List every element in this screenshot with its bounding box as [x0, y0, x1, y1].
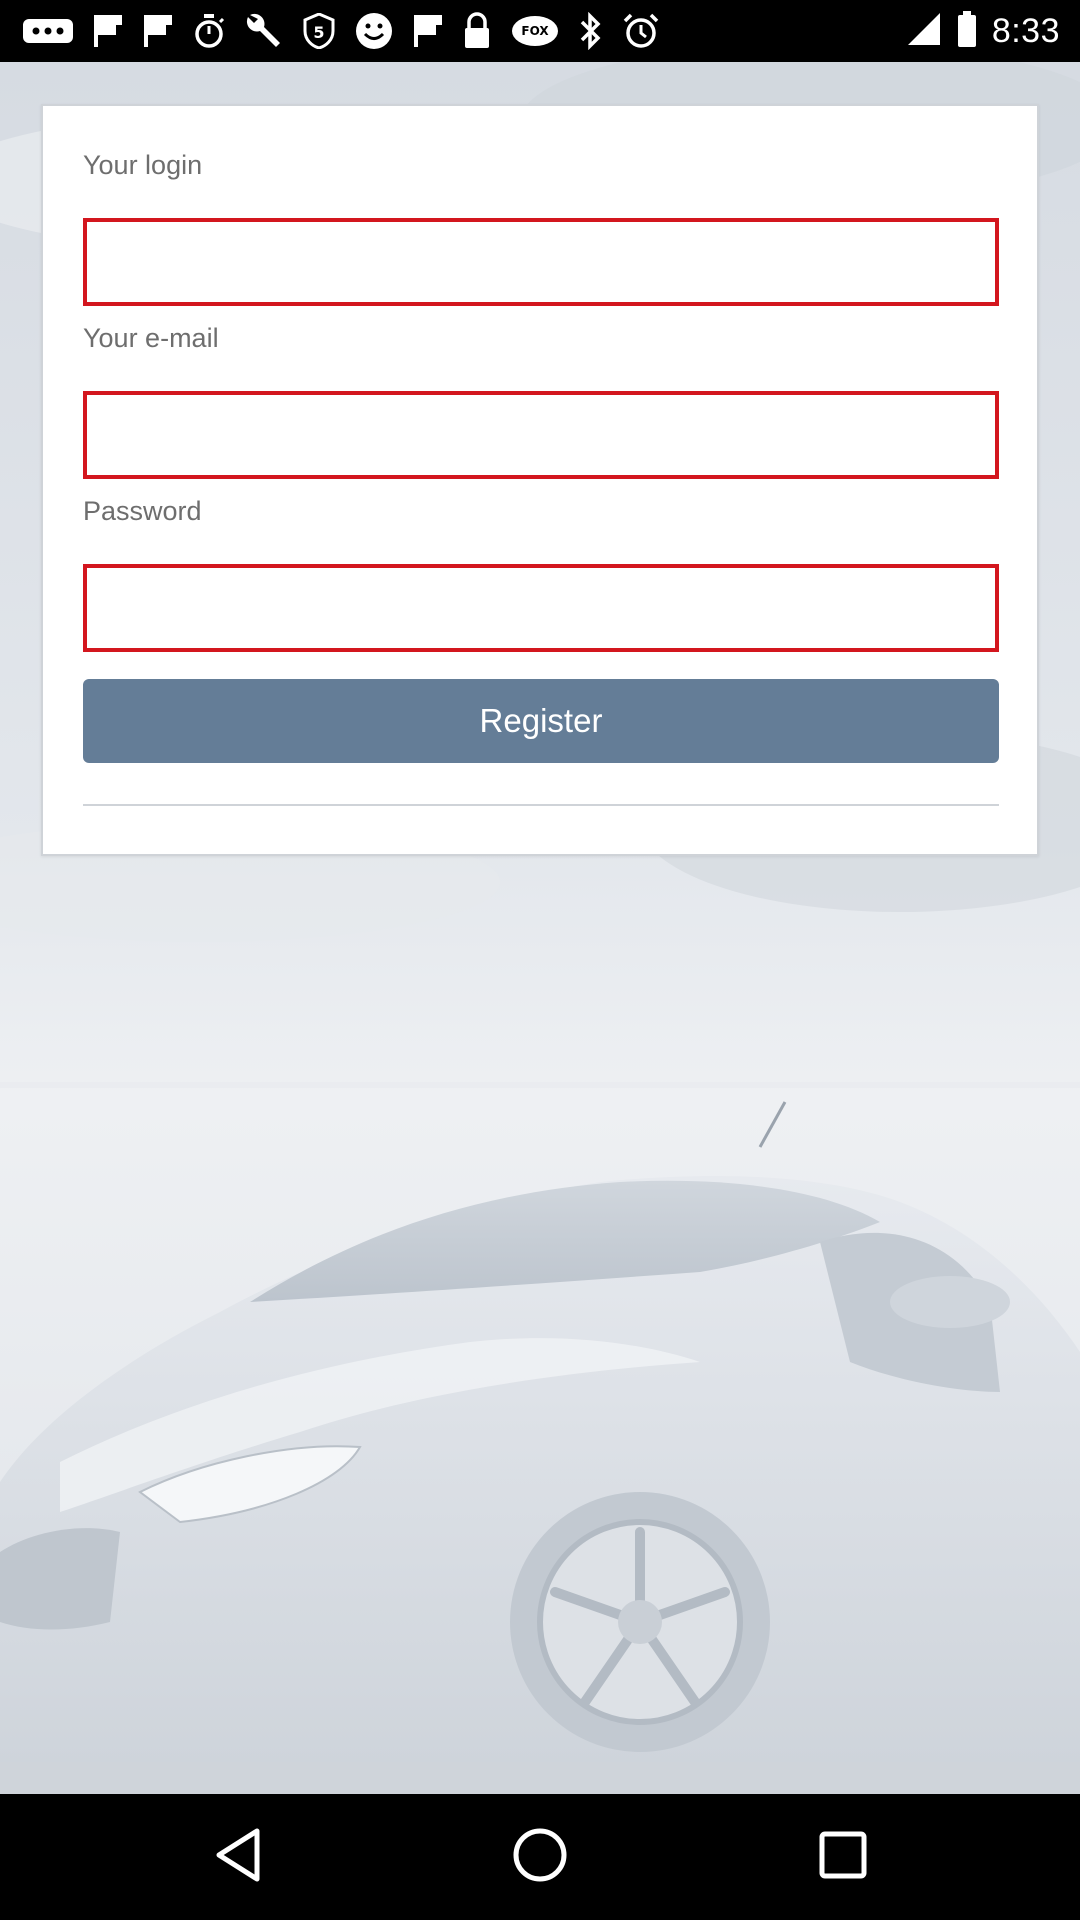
flipboard-icon	[92, 13, 124, 49]
wrench-icon	[244, 11, 284, 51]
battery-icon	[956, 10, 978, 53]
five-app-icon: 5	[302, 13, 336, 49]
flipboard-icon	[412, 13, 444, 49]
password-input[interactable]	[83, 564, 999, 652]
signal-icon	[906, 11, 942, 52]
navigation-bar	[0, 1794, 1080, 1920]
back-icon	[211, 1825, 265, 1890]
clock: 8:33	[991, 11, 1060, 50]
email-label: Your e-mail	[83, 323, 219, 353]
notification-icons: 5 FOX	[22, 0, 660, 62]
password-label: Password	[83, 496, 202, 526]
login-label: Your login	[83, 150, 203, 180]
stopwatch-icon	[192, 13, 226, 49]
alarm-icon	[622, 12, 660, 50]
bluetooth-icon	[578, 12, 604, 50]
home-icon	[510, 1825, 570, 1890]
fox-sports-icon: FOX	[510, 13, 560, 49]
more-icon	[22, 16, 74, 46]
divider	[83, 804, 999, 806]
flipboard-icon	[142, 13, 174, 49]
lock-icon	[462, 12, 492, 50]
login-input[interactable]	[83, 218, 999, 306]
status-bar: 5 FOX 8:33	[0, 0, 1080, 62]
recents-button[interactable]	[803, 1822, 883, 1892]
svg-text:5: 5	[313, 23, 324, 42]
home-button[interactable]	[500, 1822, 580, 1892]
status-right: 8:33	[906, 0, 1060, 62]
back-button[interactable]	[198, 1822, 278, 1892]
email-input[interactable]	[83, 391, 999, 479]
registration-card: Your login Your e-mail Password Register	[41, 104, 1039, 856]
recents-icon	[816, 1828, 870, 1887]
register-button[interactable]: Register	[83, 679, 999, 763]
smiley-icon	[354, 11, 394, 51]
svg-text:FOX: FOX	[521, 24, 549, 38]
